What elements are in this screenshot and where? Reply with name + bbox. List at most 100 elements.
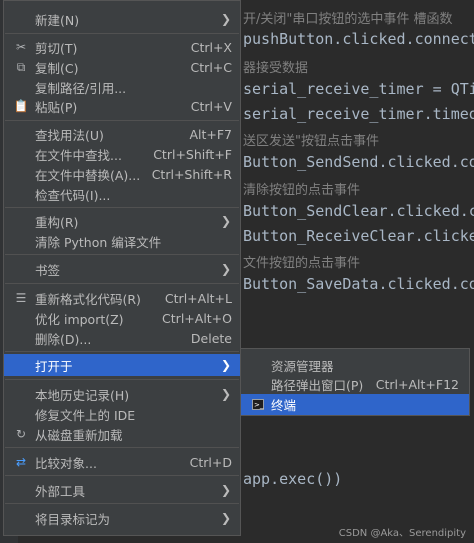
menu-item-mark-directory-as[interactable]: 将目录标记为 ❯ [4,507,240,529]
menu-item-label: 剪切(T) [35,40,78,56]
menu-item-new[interactable]: 新建(N) ❯ [4,8,240,30]
menu-item-label: 本地历史记录(H) [35,387,130,403]
menu-item-shortcut: Ctrl+C [190,59,232,75]
code-line: app.exec()) [243,470,343,488]
menu-item-label: 删除(D)... [35,331,92,347]
watermark: CSDN @Aka、Serendipity [338,528,466,539]
menu-item-label: 复制(C) [35,60,79,76]
menu-item-shortcut: Ctrl+X [190,39,232,55]
chevron-right-icon: ❯ [220,214,231,228]
submenu-item-explorer[interactable]: 资源管理器 [241,355,469,376]
menu-separator [5,351,239,352]
code-line: Button_SendClear.clicked.co [243,202,474,220]
menu-item-label: 将目录标记为 [35,511,111,527]
menu-item-refactor[interactable]: 重构(R) ❯ [4,210,240,232]
paste-icon: 📋 [13,99,29,113]
chevron-right-icon: ❯ [220,483,231,497]
code-line: Button_SendSend.clicked.co [243,153,474,171]
code-line: Button_ReceiveClear.clicke [243,227,474,245]
menu-item-label: 修复文件上的 IDE [35,407,136,423]
code-text: pushButton.clicked.connect [243,30,474,48]
submenu-item-label: 终端 [271,398,297,413]
menu-item-shortcut: Ctrl+D [189,454,232,470]
open-in-submenu: 资源管理器 路径弹出窗口(P) Ctrl+Alt+F12 >_ 终端 [240,348,470,416]
code-line: pushButton.clicked.connect [243,30,474,48]
menu-separator [5,207,239,208]
menu-item-find-usages[interactable]: 查找用法(U) Alt+F7 [4,123,240,145]
menu-separator [5,283,239,284]
menu-item-copy[interactable]: ⧉ 复制(C) Ctrl+C [4,56,240,78]
code-line: serial_receive_timer = QTim [243,80,474,98]
menu-item-shortcut: Ctrl+Shift+F [153,146,232,162]
terminal-icon: >_ [252,399,264,410]
menu-item-label: 从磁盘重新加载 [35,427,123,443]
menu-item-bookmarks[interactable]: 书签 ❯ [4,258,240,280]
menu-item-shortcut: Ctrl+Alt+L [164,290,232,306]
menu-item-label: 在文件中查找... [35,147,122,163]
menu-item-label: 检查代码(I)... [35,187,111,203]
menu-separator [5,447,239,448]
code-comment: 文件按钮的点击事件 [243,256,361,271]
menu-item-replace-in-files[interactable]: 在文件中替换(A)... Ctrl+Shift+R [4,163,240,185]
submenu-item-label: 资源管理器 [271,359,334,374]
code-line: serial_receive_timer.timeou [243,105,474,123]
menu-item-shortcut: Delete [190,330,232,346]
menu-item-label: 复制路径/引用... [35,80,127,96]
menu-item-delete[interactable]: 删除(D)... Delete [4,327,240,349]
code-comment: 送区发送"按钮点击事件 [243,134,379,149]
menu-item-shortcut: Ctrl+V [190,98,232,114]
menu-item-find-in-files[interactable]: 在文件中查找... Ctrl+Shift+F [4,143,240,165]
menu-item-label: 查找用法(U) [35,127,104,143]
menu-item-label: 外部工具 [35,483,86,499]
menu-item-reformat-code[interactable]: ☰ 重新格式化代码(R) Ctrl+Alt+L [4,287,240,309]
submenu-item-label: 路径弹出窗口(P) [271,378,364,393]
menu-separator [5,120,239,121]
menu-item-clean-python[interactable]: 清除 Python 编译文件 [4,230,240,252]
menu-separator [5,254,239,255]
menu-item-label: 重新格式化代码(R) [35,291,141,307]
menu-item-open-in[interactable]: 打开于 ❯ [4,354,240,376]
menu-item-shortcut: Ctrl+Alt+O [162,310,232,326]
menu-separator [5,33,239,34]
chevron-right-icon: ❯ [220,12,231,26]
code-comment: 器接受数据 [243,61,309,76]
chevron-right-icon: ❯ [220,387,231,401]
menu-separator [5,475,239,476]
submenu-item-terminal[interactable]: >_ 终端 [241,394,469,415]
menu-item-label: 打开于 [35,358,73,374]
code-comment: 开/关闭"串口按钮的选中事件 槽函数 [243,12,453,27]
copy-icon: ⧉ [16,59,26,74]
chevron-right-icon: ❯ [220,358,231,372]
menu-item-shortcut: Ctrl+Shift+R [151,166,232,182]
context-menu: 新建(N) ❯ ✂ 剪切(T) Ctrl+X ⧉ 复制(C) Ctrl+C 复制… [3,0,241,536]
menu-item-external-tools[interactable]: 外部工具 ❯ [4,479,240,501]
menu-item-label: 清除 Python 编译文件 [35,234,162,250]
chevron-right-icon: ❯ [220,511,231,525]
reload-icon: ↻ [15,427,27,441]
menu-item-cut[interactable]: ✂ 剪切(T) Ctrl+X [4,36,240,58]
scissors-icon: ✂ [15,40,27,54]
submenu-item-path-popup[interactable]: 路径弹出窗口(P) Ctrl+Alt+F12 [241,374,469,395]
menu-item-label: 在文件中替换(A)... [35,167,141,183]
menu-separator [5,379,239,380]
menu-item-reload-from-disk[interactable]: ↻ 从磁盘重新加载 [4,423,240,445]
menu-item-inspect-code[interactable]: 检查代码(I)... [4,183,240,205]
menu-item-compare-with[interactable]: ⇄ 比较对象... Ctrl+D [4,451,240,473]
code-comment: 清除按钮的点击事件 [243,183,361,198]
chevron-right-icon: ❯ [220,262,231,276]
format-icon: ☰ [15,291,27,305]
menu-item-local-history[interactable]: 本地历史记录(H) ❯ [4,383,240,405]
submenu-item-shortcut: Ctrl+Alt+F12 [375,377,459,392]
menu-separator [5,503,239,504]
menu-item-shortcut: Alt+F7 [189,126,232,142]
menu-item-label: 重构(R) [35,214,79,230]
menu-item-paste[interactable]: 📋 粘贴(P) Ctrl+V [4,95,240,117]
menu-item-label: 比较对象... [35,455,97,471]
menu-item-label: 优化 import(Z) [35,311,124,327]
menu-item-label: 书签 [35,262,61,278]
compare-icon: ⇄ [15,455,27,469]
menu-item-label: 新建(N) [35,12,80,28]
menu-item-optimize-imports[interactable]: 优化 import(Z) Ctrl+Alt+O [4,307,240,329]
menu-item-repair-ide[interactable]: 修复文件上的 IDE [4,403,240,425]
code-line: Button_SaveData.clicked.con [243,275,474,293]
